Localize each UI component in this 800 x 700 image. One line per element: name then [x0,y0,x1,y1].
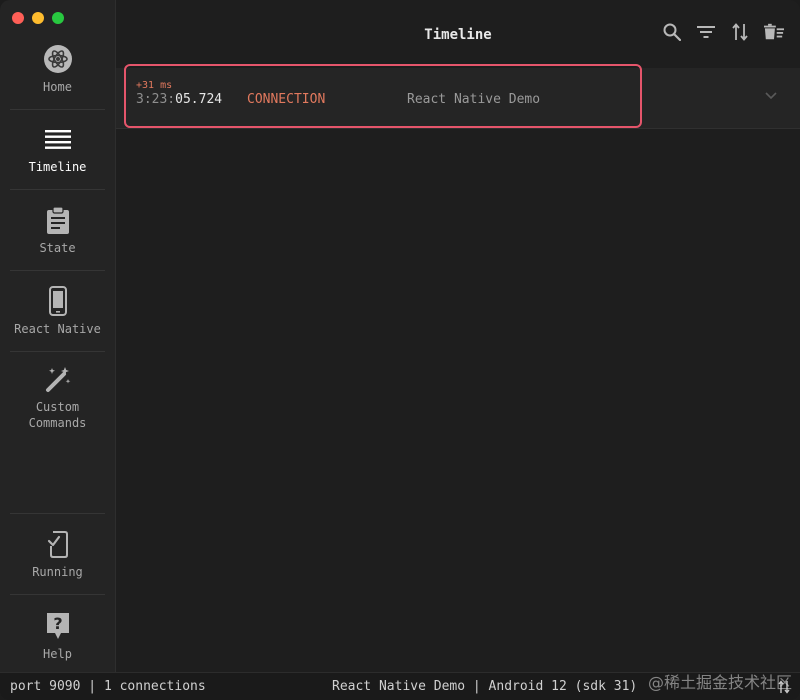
maximize-window-button[interactable] [52,12,64,24]
row-delta: +31 ms [136,80,173,91]
timeline-row[interactable]: +31 ms 3:23:05.724 CONNECTION React Nati… [116,68,800,129]
status-connections: 1 connections [103,679,206,694]
svg-text:?: ? [53,614,62,633]
window-controls [12,12,64,24]
status-platform: Android 12 (sdk 31) [488,679,638,694]
status-separator: | [88,679,97,694]
sort-icon [732,23,748,41]
status-app: React Native Demo [332,679,466,694]
phone-icon [48,286,67,316]
magic-wand-icon [44,364,72,394]
row-timestamp-bright: 05.724 [175,92,223,107]
status-port: port 9090 [10,679,81,694]
sidebar: Home Timeline State React Native Custom … [0,0,116,673]
sidebar-item-home[interactable]: Home [10,30,105,110]
sidebar-item-label: State [39,241,76,255]
chevron-down-icon[interactable] [764,88,778,102]
sidebar-item-label: Timeline [28,160,87,174]
clipboard-icon [46,205,70,235]
sidebar-item-running[interactable]: Running [10,515,105,595]
sidebar-item-label: Help [43,646,72,661]
sort-button[interactable] [730,22,750,42]
sidebar-item-state[interactable]: State [10,191,105,271]
search-button[interactable] [662,22,682,42]
list-icon [44,124,71,154]
watermark-text: @稀土掘金技术社区 [647,673,792,692]
sidebar-item-label: Custom Commands [28,399,87,430]
filter-icon [697,26,715,38]
sidebar-item-label: React Native [14,322,101,336]
help-icon: ? [45,611,71,641]
filter-button[interactable] [696,22,716,42]
row-type: CONNECTION [247,92,326,107]
minimize-window-button[interactable] [32,12,44,24]
status-left: port 9090 | 1 connections [10,673,206,700]
sidebar-item-custom-commands[interactable]: Custom Commands [10,358,105,436]
clear-button[interactable] [764,22,784,42]
row-title: React Native Demo [407,92,541,107]
close-window-button[interactable] [12,12,24,24]
row-timestamp-dim: 3:23: [136,92,176,107]
header: Timeline [116,0,800,66]
app-window: Home Timeline State React Native Custom … [0,0,800,700]
phone-check-icon [47,529,69,559]
sidebar-item-help[interactable]: ? Help [10,596,105,676]
sidebar-item-react-native[interactable]: React Native [10,272,105,352]
clear-icon [764,23,784,40]
header-actions [662,22,784,42]
reactotron-logo-icon [43,44,73,74]
search-icon [663,23,681,41]
status-separator: | [472,679,481,694]
row-timestamp: 3:23:05.724 [136,92,222,107]
status-right: React Native Demo | Android 12 (sdk 31) [332,673,637,700]
sidebar-divider [10,513,105,514]
sidebar-item-label: Home [43,80,72,94]
sidebar-item-label: Running [32,565,83,579]
sidebar-item-timeline[interactable]: Timeline [10,110,105,190]
